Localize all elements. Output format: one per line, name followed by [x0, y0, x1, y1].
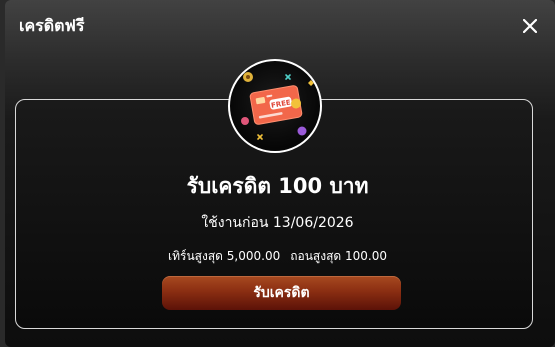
close-icon: [523, 19, 537, 33]
withdraw-limit: ถอนสูงสุด 100.00: [290, 249, 387, 263]
limits-row: เทิร์นสูงสุด 5,000.00 ถอนสูงสุด 100.00: [0, 247, 555, 265]
expiry-date: ใช้งานก่อน 13/06/2026: [201, 215, 354, 231]
promo-title: รับเครดิต 100 บาท: [186, 174, 369, 198]
close-button[interactable]: [517, 13, 543, 39]
modal-title: เครดิตฟรี: [19, 16, 85, 35]
turnover-limit: เทิร์นสูงสุด 5,000.00: [168, 249, 281, 263]
promo-image: FREE: [228, 59, 322, 153]
claim-credit-button[interactable]: รับเครดิต: [162, 276, 401, 310]
free-credit-card-icon: FREE: [241, 72, 314, 140]
